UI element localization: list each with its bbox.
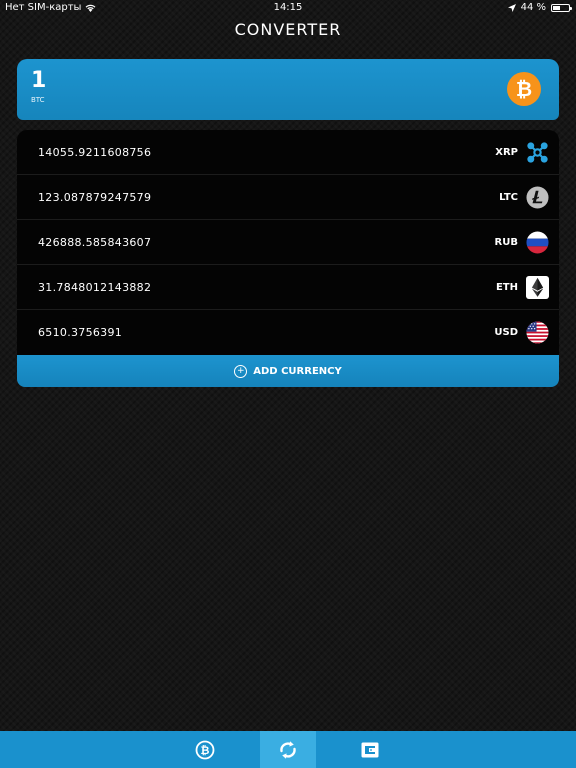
currency-code: USD — [494, 327, 518, 338]
tab-wallet[interactable] — [342, 731, 398, 768]
svg-text:₿: ₿ — [201, 744, 210, 757]
currency-value: 14055.9211608756 — [38, 146, 152, 159]
tab-bitcoin[interactable]: ₿ — [177, 731, 233, 768]
add-currency-button[interactable]: + ADD CURRENCY — [17, 355, 559, 387]
location-arrow-icon — [507, 4, 516, 12]
status-right: 44 % — [507, 0, 572, 16]
currency-code: LTC — [499, 192, 518, 203]
ripple-icon — [527, 142, 548, 163]
currency-code: RUB — [494, 237, 518, 248]
russia-flag-icon — [526, 231, 549, 254]
wallet-icon — [361, 742, 379, 757]
battery-icon — [551, 4, 572, 12]
ethereum-icon — [526, 276, 549, 299]
currency-value: 31.7848012143882 — [38, 281, 152, 294]
currency-code: ETH — [495, 282, 518, 293]
status-time: 14:15 — [273, 2, 303, 13]
bitcoin-icon: ₿ — [195, 740, 215, 759]
status-bar: Нет SIM-карты 14:15 44 % — [0, 0, 576, 16]
tab-bar: ₿ — [0, 731, 576, 768]
litecoin-icon — [526, 186, 549, 209]
currency-list: 14055.9211608756 XRP 123.087879247579 LT… — [17, 130, 559, 355]
currency-code: XRP — [495, 147, 518, 158]
currency-row-rub[interactable]: 426888.585843607 RUB — [17, 220, 559, 265]
currency-row-ltc[interactable]: 123.087879247579 LTC — [17, 175, 559, 220]
refresh-icon — [280, 740, 296, 759]
currency-row-usd[interactable]: 6510.3756391 USD — [17, 310, 559, 355]
tab-converter[interactable] — [260, 731, 316, 768]
currency-value: 426888.585843607 — [38, 236, 152, 249]
plus-circle-icon: + — [234, 364, 248, 378]
base-amount-input[interactable]: 1 — [31, 68, 46, 93]
base-currency-input-card[interactable]: 1 BTC ₿ — [17, 59, 559, 120]
currency-row-eth[interactable]: 31.7848012143882 ETH — [17, 265, 559, 310]
currency-value: 123.087879247579 — [38, 191, 152, 204]
currency-value: 6510.3756391 — [38, 326, 123, 339]
battery-fill — [553, 6, 560, 10]
currency-row-xrp[interactable]: 14055.9211608756 XRP — [17, 130, 559, 175]
usa-flag-icon — [526, 321, 549, 344]
add-currency-label: ADD CURRENCY — [253, 365, 342, 377]
battery-percent: 44 % — [520, 2, 546, 13]
page-title: CONVERTER — [234, 20, 342, 39]
bitcoin-icon[interactable]: ₿ — [507, 72, 541, 106]
base-currency-code: BTC — [31, 96, 45, 104]
